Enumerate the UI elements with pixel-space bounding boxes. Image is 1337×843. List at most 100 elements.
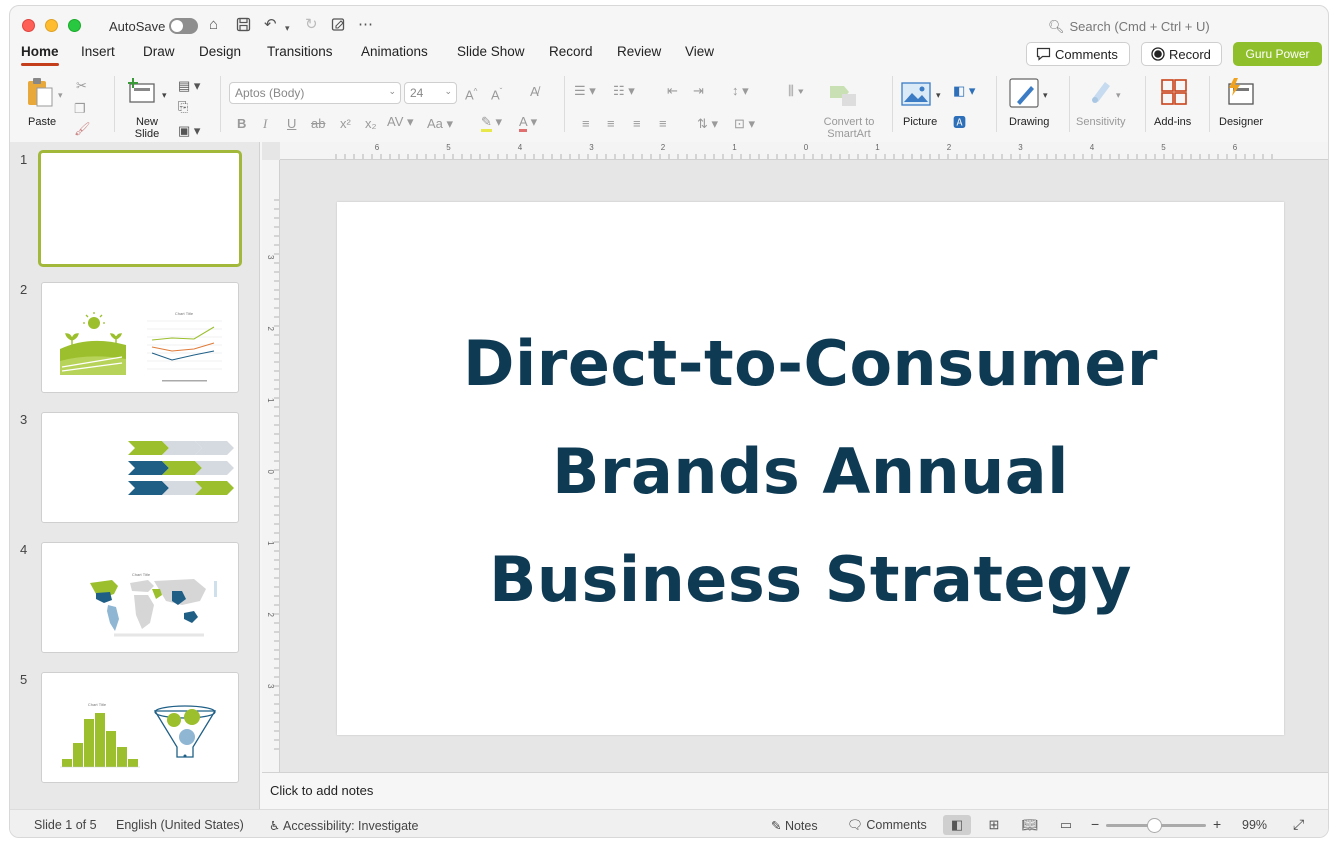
shapes-icon[interactable]: ◧ ▾ <box>953 84 975 98</box>
tab-transitions[interactable]: Transitions <box>267 44 333 59</box>
drawing-icon[interactable] <box>1009 78 1039 113</box>
slide-title[interactable]: Direct-to-Consumer Brands Annual Busines… <box>377 310 1244 634</box>
zoom-level[interactable]: 99% <box>1242 818 1267 832</box>
align-center-icon[interactable]: ≡ <box>607 117 615 131</box>
decrease-indent-icon[interactable]: ⇤ <box>667 84 678 98</box>
tab-home[interactable]: Home <box>21 44 59 66</box>
drawing-dropdown-icon[interactable]: ▾ <box>1043 88 1048 102</box>
tab-design[interactable]: Design <box>199 44 241 59</box>
close-window-button[interactable] <box>22 19 35 32</box>
align-text-icon[interactable]: ⊡ ▾ <box>734 117 755 131</box>
thumbnail-slide-2[interactable]: Chart Title <box>41 282 239 393</box>
save-icon[interactable] <box>236 17 251 36</box>
highlight-icon[interactable]: ✎ ▾ <box>481 114 502 132</box>
language-indicator[interactable]: English (United States) <box>116 818 244 832</box>
zoom-slider-handle[interactable] <box>1147 818 1162 833</box>
numbering-icon[interactable]: ☷ ▾ <box>613 84 635 98</box>
copy-icon[interactable]: ❐ <box>74 102 86 116</box>
tab-record[interactable]: Record <box>549 44 593 59</box>
tab-insert[interactable]: Insert <box>81 44 115 59</box>
customize-icon[interactable] <box>331 17 346 36</box>
cut-icon[interactable]: ✂ <box>76 79 87 93</box>
bold-icon[interactable]: B <box>237 117 246 131</box>
reading-view-button[interactable]: 📖︎ <box>1016 815 1044 835</box>
status-comments-button[interactable]: 🗨︎ Comments <box>847 818 927 833</box>
thumbnail-slide-5[interactable]: Chart Title <box>41 672 239 783</box>
paste-icon[interactable] <box>25 76 55 113</box>
character-spacing-icon[interactable]: AV ▾ <box>387 115 414 129</box>
tab-review[interactable]: Review <box>617 44 661 59</box>
increase-indent-icon[interactable]: ⇥ <box>693 84 704 98</box>
record-icon <box>1151 47 1165 64</box>
slide-thumbnails-panel[interactable]: 1 2 Chart Title 3 4 Chart Title 5 Chart … <box>10 142 260 809</box>
zoom-out-icon[interactable]: − <box>1091 816 1099 832</box>
accessibility-button[interactable]: ♿︎ Accessibility: Investigate <box>269 818 418 833</box>
clear-formatting-icon[interactable]: A̸ <box>530 85 539 99</box>
autosave-toggle[interactable] <box>169 18 198 34</box>
strikethrough-icon[interactable]: ab <box>311 117 325 131</box>
tab-slide-show[interactable]: Slide Show <box>457 44 525 59</box>
comments-button[interactable]: Comments <box>1026 42 1130 66</box>
format-painter-icon[interactable]: 🖌︎ <box>74 122 91 136</box>
zoom-in-icon[interactable]: + <box>1213 816 1221 832</box>
notes-button[interactable]: ✎ Notes <box>771 818 818 833</box>
paste-dropdown-icon[interactable]: ▾ <box>58 88 63 102</box>
layout-icon[interactable]: ▤ ▾ <box>178 79 200 93</box>
font-size-combo[interactable]: 24 ⌄ <box>404 82 457 104</box>
smartart-icon[interactable] <box>828 82 858 113</box>
align-right-icon[interactable]: ≡ <box>633 117 641 131</box>
normal-view-button[interactable]: ◧ <box>943 815 971 835</box>
guru-power-button[interactable]: Guru Power <box>1233 42 1322 66</box>
zoom-window-button[interactable] <box>68 19 81 32</box>
superscript-icon[interactable]: x² <box>340 117 351 131</box>
current-slide[interactable]: Direct-to-Consumer Brands Annual Busines… <box>337 202 1284 735</box>
designer-icon[interactable] <box>1225 78 1255 111</box>
sensitivity-icon[interactable] <box>1087 78 1115 111</box>
thumbnail-5-chart-title: Chart Title <box>88 702 107 707</box>
slideshow-button[interactable]: ▭ <box>1052 815 1080 835</box>
fit-to-window-icon[interactable]: ⤢ <box>1293 816 1304 833</box>
decrease-font-icon[interactable]: Aˇ <box>491 85 502 102</box>
reset-icon[interactable]: ⎘ <box>178 100 188 114</box>
minimize-window-button[interactable] <box>45 19 58 32</box>
line-spacing-icon[interactable]: ↕ ▾ <box>732 84 749 98</box>
notes-pane[interactable]: Click to add notes <box>262 772 1328 809</box>
font-name-combo[interactable]: Aptos (Body) ⌄ <box>229 82 401 104</box>
thumbnail-slide-3[interactable] <box>41 412 239 523</box>
ruler-label: 1 <box>875 143 880 152</box>
change-case-icon[interactable]: Aa ▾ <box>427 117 453 131</box>
justify-icon[interactable]: ≡ <box>659 117 667 131</box>
picture-dropdown-icon[interactable]: ▾ <box>936 88 941 102</box>
home-icon[interactable]: ⌂ <box>209 17 218 33</box>
redo-icon[interactable]: ↻ <box>305 17 318 33</box>
increase-font-icon[interactable]: A^ <box>465 85 477 102</box>
undo-icon[interactable]: ↶ <box>264 17 277 33</box>
bullets-icon[interactable]: ☰ ▾ <box>574 84 596 98</box>
slideshow-icon: ▭ <box>1059 817 1073 832</box>
picture-icon[interactable] <box>901 82 931 111</box>
tab-animations[interactable]: Animations <box>361 44 428 59</box>
comment-icon <box>1036 47 1051 64</box>
italic-icon[interactable]: I <box>263 117 267 131</box>
undo-dropdown-icon[interactable]: ▾ <box>285 20 290 36</box>
more-icon[interactable]: ⋯ <box>358 17 373 33</box>
section-icon[interactable]: ▣ ▾ <box>178 124 200 138</box>
slide-sorter-button[interactable]: ⊞ <box>980 815 1008 835</box>
thumbnail-slide-4[interactable]: Chart Title <box>41 542 239 653</box>
new-slide-dropdown-icon[interactable]: ▾ <box>162 88 167 102</box>
tab-draw[interactable]: Draw <box>143 44 175 59</box>
columns-icon[interactable]: ⫼ ▾ <box>788 84 804 98</box>
addins-icon[interactable] <box>1160 78 1188 111</box>
align-left-icon[interactable]: ≡ <box>582 117 590 131</box>
subscript-icon[interactable]: x₂ <box>365 117 377 131</box>
underline-icon[interactable]: U <box>287 117 296 131</box>
tab-view[interactable]: View <box>685 44 714 59</box>
search-box[interactable]: 🔍︎ Search (Cmd + Ctrl + U) <box>1048 19 1210 35</box>
new-slide-icon[interactable] <box>127 78 157 111</box>
thumbnail-slide-1[interactable] <box>38 150 242 267</box>
textbox-icon[interactable]: 🅰︎ <box>953 116 966 130</box>
text-direction-icon[interactable]: ⇅ ▾ <box>697 117 718 131</box>
sensitivity-dropdown-icon[interactable]: ▾ <box>1116 88 1121 102</box>
font-color-icon[interactable]: A ▾ <box>519 114 537 132</box>
record-button[interactable]: Record <box>1141 42 1222 66</box>
